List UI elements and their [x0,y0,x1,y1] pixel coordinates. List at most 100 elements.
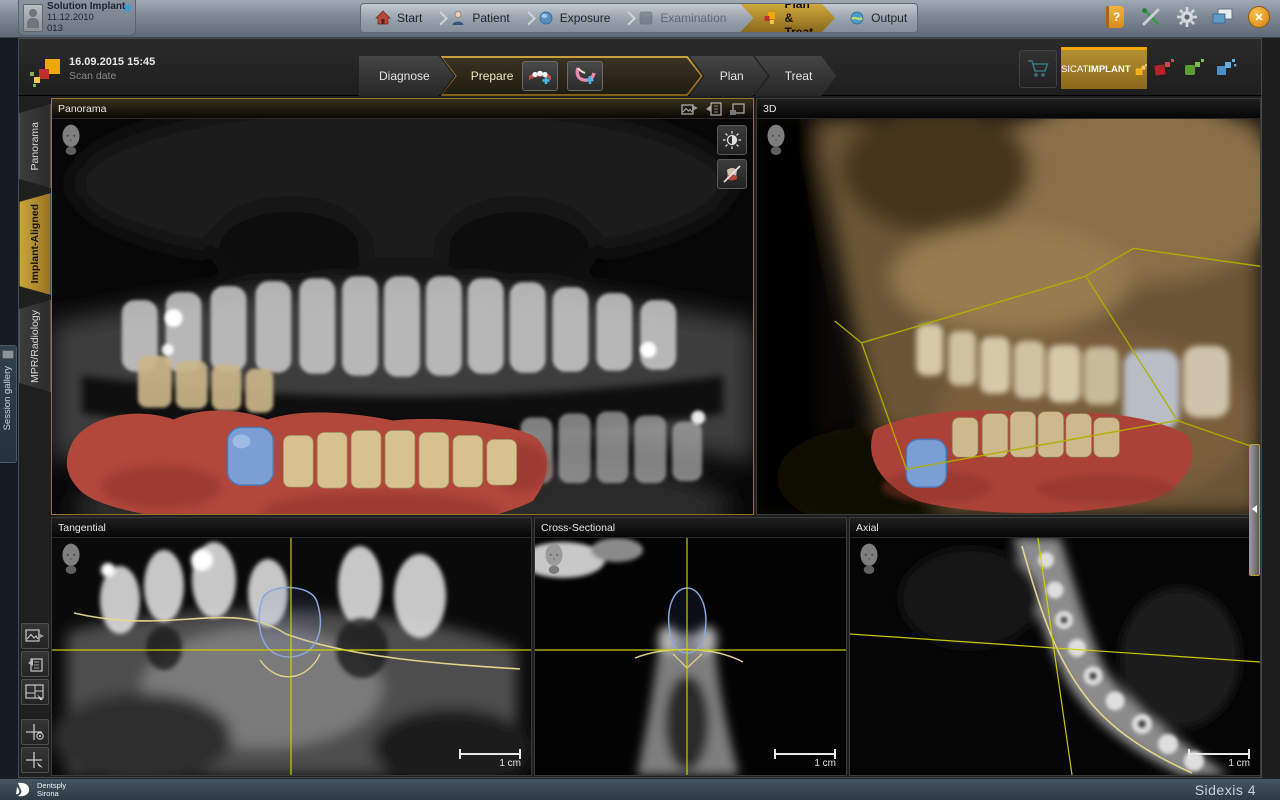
jaw-segment-icon [572,66,598,86]
phase-patient[interactable]: Patient [436,4,523,32]
orientation-head-icon [541,542,567,574]
volume3d-panel: 3D [756,98,1261,515]
optical-scan-icon [527,66,553,86]
implant-squares-icon [1134,62,1148,78]
patient-card[interactable]: Solution Implant 11.12.2010 013 ✖ [18,0,136,36]
step-prepare[interactable]: Prepare [441,56,703,96]
cross-sectional-header: Cross-Sectional [535,518,846,538]
person-icon [450,10,466,26]
volume3d-title: 3D [763,103,776,115]
export-image-button[interactable] [21,623,49,649]
copy-to-clipboard-button[interactable] [21,651,49,677]
sicat-implant-app-button[interactable]: SICATIMPLANT [1061,47,1147,89]
axial-header: Axial [850,518,1260,538]
volume3d-image[interactable] [757,119,1260,514]
axial-image[interactable] [850,538,1260,775]
segment-jaw-button[interactable] [567,61,603,91]
tools-icon [1140,6,1162,28]
scan-info: 16.09.2015 15:45 Scan date [69,55,155,83]
cross-sectional-panel: Cross-Sectional [534,517,847,776]
phase-output[interactable]: Output [835,4,918,32]
copy-view-icon[interactable] [705,102,723,116]
scalebar-line [774,753,836,755]
orientation-head-icon [763,123,789,155]
tangential-scalebar: 1 cm [459,753,521,769]
plan-treat-toolbar: 16.09.2015 15:45 Scan date Diagnose Prep… [18,38,1262,96]
window-layout-button[interactable] [1210,4,1236,30]
panorama-image[interactable] [52,119,753,514]
scalebar-line [459,753,521,755]
hide-objects-button[interactable] [717,159,747,189]
app-icon-red[interactable] [1153,57,1177,79]
sicat-logo [33,59,63,87]
scalebar-label: 1 cm [459,758,521,769]
help-button[interactable]: ? [1102,4,1128,30]
plan-treat-icon [762,10,778,26]
panorama-canvas[interactable] [52,119,753,514]
orientation-head-icon [58,123,84,155]
orientation-head-icon [856,542,882,574]
tangential-image[interactable] [52,538,531,775]
axial-canvas[interactable]: 1 cm [850,538,1260,775]
cross-sectional-image[interactable] [535,538,846,775]
tools-button[interactable] [1138,4,1164,30]
panorama-panel: Panorama [51,98,754,515]
maximize-view-icon[interactable] [729,102,747,116]
tangential-header: Tangential [52,518,531,538]
volume3d-header: 3D [757,99,1260,119]
cross-sectional-canvas[interactable]: 1 cm [535,538,846,775]
output-icon [849,10,865,26]
tab-implant-aligned[interactable]: Implant-Aligned [19,193,51,295]
window-controls: ? [1102,4,1272,30]
import-optical-scan-button[interactable] [522,61,558,91]
patient-clear-icon[interactable]: ✖ [123,4,132,15]
axial-scalebar: 1 cm [1188,753,1250,769]
scalebar-line [1188,753,1250,755]
workspace-frame: Panorama Implant-Aligned MPR/Radiology [18,96,1262,778]
object-bar-handle[interactable] [1249,444,1260,576]
phase-examination: Examination [624,4,740,32]
panorama-header: Panorama [52,99,753,119]
cart-icon [1026,58,1050,80]
tangential-canvas[interactable]: 1 cm [52,538,531,775]
sidexis-window: Solution Implant 11.12.2010 013 ✖ Start [0,0,1280,800]
phase-start[interactable]: Start [361,4,436,32]
scan-date-label: Scan date [69,69,155,83]
scalebar-label: 1 cm [1188,758,1250,769]
tangential-panel: Tangential [51,517,532,776]
scalebar-label: 1 cm [774,758,836,769]
phase-plan-treat[interactable]: Plan & Treat [740,4,835,32]
crosshair-visibility-button[interactable] [21,719,49,745]
layout-button[interactable] [21,679,49,705]
patient-id: 013 [47,23,125,34]
close-icon: ✕ [1248,6,1270,28]
tab-mpr-radiology[interactable]: MPR/Radiology [19,300,51,392]
windows-icon [1211,6,1235,28]
statusbar: Dentsply Sirona Sidexis 4 [0,778,1280,800]
titlebar: Solution Implant 11.12.2010 013 ✖ Start [0,0,1280,38]
patient-avatar [23,4,43,32]
workflow-steps: Diagnose Prepare [359,56,836,96]
phase-exposure[interactable]: Exposure [524,4,625,32]
workflow-phase-strip: Start Patient Exposure [360,3,918,33]
crosshair-center-button[interactable] [21,747,49,773]
volume3d-canvas[interactable] [757,119,1260,514]
export-view-icon[interactable] [681,102,699,116]
app-icon-green[interactable] [1183,57,1207,79]
orientation-head-icon [58,542,84,574]
session-gallery-tab[interactable]: Session gallery [0,345,17,463]
panorama-float-tools [717,125,747,189]
gear-icon [1175,5,1199,29]
app-button-label: SICATIMPLANT [1061,64,1131,75]
brightness-contrast-button[interactable] [717,125,747,155]
cart-button[interactable] [1019,50,1057,88]
app-icon-blue[interactable] [1215,57,1239,79]
home-icon [375,10,391,26]
step-diagnose[interactable]: Diagnose [359,56,454,96]
tangential-title: Tangential [58,522,106,534]
help-book-icon: ? [1106,6,1124,28]
close-button[interactable]: ✕ [1246,4,1272,30]
brand-text: Dentsply Sirona [37,782,66,797]
settings-button[interactable] [1174,4,1200,30]
tab-panorama[interactable]: Panorama [19,104,51,188]
